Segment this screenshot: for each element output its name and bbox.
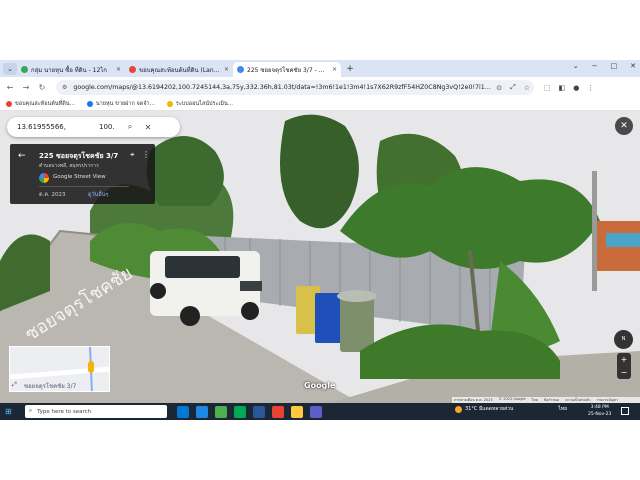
- address-region: ตำบลบางพลี, สมุทรปราการ: [39, 163, 99, 169]
- search-input-cont[interactable]: 100.: [99, 123, 119, 131]
- tab-close-icon[interactable]: ×: [224, 66, 229, 73]
- close-street-view-button[interactable]: ✕: [615, 117, 633, 135]
- bookmark-2[interactable]: นายหุน ขายฝาก จดจำ...: [86, 100, 155, 108]
- tab-search-button[interactable]: ⌄: [3, 62, 17, 75]
- back-arrow-icon[interactable]: ←: [18, 151, 26, 161]
- google-logo: Google: [304, 381, 336, 390]
- bookmark-label: นายหุน ขายฝาก จดจำ...: [95, 101, 155, 107]
- search-icon[interactable]: ⌕: [123, 122, 137, 132]
- tab-3-active[interactable]: 225 ซอยจตุรโชคชัย 3/7 - Google ×: [233, 62, 341, 77]
- tab-strip: ⌄ กลุ่ม นายหุน ซื้อ ที่ดิน - 12ไก × ขอบค…: [0, 60, 640, 77]
- search-icon: ⌕: [29, 408, 33, 414]
- taskbar-app-explorer-icon[interactable]: [291, 405, 303, 418]
- back-button[interactable]: ←: [4, 83, 16, 92]
- side-panel-icon[interactable]: ◧: [559, 84, 566, 92]
- zoom-control: + −: [617, 353, 631, 379]
- close-window-button[interactable]: ✕: [630, 62, 636, 70]
- maps-pin-icon: [6, 101, 12, 107]
- clear-search-icon[interactable]: ✕: [141, 123, 155, 132]
- taskbar-app-maps-icon[interactable]: [215, 405, 227, 418]
- tab-list-button[interactable]: ⌄: [573, 62, 579, 70]
- taskbar-app-teams-icon[interactable]: [310, 405, 322, 418]
- tab-favicon-icon: [21, 66, 28, 73]
- capture-date: ต.ค. 2023: [39, 192, 66, 198]
- taskbar-apps: [177, 405, 322, 418]
- minimap-road-label: ซอยจตุรโชคชัย 3/7: [24, 383, 77, 390]
- windows-taskbar: ⊞ ⌕ Type here to search 31°C มีแดดหลายส่…: [0, 403, 640, 420]
- tab-2[interactable]: ขอบคุณสะท้อนต้นที่ดิน (LandMo) ×: [125, 62, 233, 77]
- zoom-in-button[interactable]: +: [617, 353, 631, 366]
- taskbar-search-placeholder[interactable]: Type here to search: [37, 409, 91, 415]
- bookmarks-bar: ขอบคุณสะท้อนต้นที่ดิน... นายหุน ขายฝาก จ…: [0, 98, 640, 111]
- weather-widget[interactable]: 31°C มีแดดหลายส่วน: [455, 405, 513, 413]
- street-view-source: Google Street View: [53, 174, 106, 180]
- clock-time: 3:48 PM: [590, 405, 609, 410]
- taskbar-clock[interactable]: 3:48 PM 25-Nov-23: [588, 404, 611, 418]
- taskbar-app-chrome-icon[interactable]: [272, 405, 284, 418]
- search-input[interactable]: 13.61955566,: [17, 123, 99, 131]
- bookmark-1[interactable]: ขอบคุณสะท้อนต้นที่ดิน...: [6, 100, 75, 108]
- more-options-icon[interactable]: ⋮: [142, 150, 150, 159]
- tab-close-icon[interactable]: ×: [116, 66, 121, 73]
- weather-text: 31°C มีแดดหลายส่วน: [465, 406, 514, 412]
- minimap[interactable]: ⤢ ซอยจตุรโชคชัย 3/7: [9, 346, 110, 392]
- clock-date: 25-Nov-23: [588, 412, 612, 417]
- taskbar-app-line-icon[interactable]: [234, 405, 246, 418]
- url-text[interactable]: google.com/maps/@13.6194202,100.7245144,…: [73, 84, 492, 91]
- tab-close-icon[interactable]: ×: [332, 66, 337, 73]
- maps-search-box[interactable]: 13.61955566, 100. ⌕ ✕: [7, 117, 180, 137]
- street-view-info-card: ← 225 ซอยจตุรโชคชัย 3/7 ตำบลบางพลี, สมุท…: [10, 144, 155, 204]
- taskbar-app-task-view-icon[interactable]: [177, 405, 189, 418]
- zoom-out-button[interactable]: −: [617, 366, 631, 379]
- see-more-dates-link[interactable]: ดูวันอื่นๆ: [88, 191, 108, 199]
- sun-icon: [455, 405, 462, 413]
- tab-title: ขอบคุณสะท้อนต้นที่ดิน (LandMo): [139, 66, 221, 74]
- star-icon: [166, 101, 173, 107]
- minimize-button[interactable]: −: [592, 62, 598, 70]
- notification-icon[interactable]: [621, 407, 629, 415]
- facebook-icon: [86, 101, 93, 107]
- bookmark-label: ระบบออนไลน์ประเมิน...: [175, 101, 233, 107]
- street-view-panorama[interactable]: ซอยจตุรโชคชัย 13.61955566, 100. ⌕ ✕ ← 22…: [0, 111, 640, 403]
- taskbar-app-word-icon[interactable]: [253, 405, 265, 418]
- profile-avatar[interactable]: ●: [573, 84, 579, 92]
- reload-button[interactable]: ↻: [36, 83, 48, 92]
- address-bar[interactable]: ⚙ google.com/maps/@13.6194202,100.724514…: [56, 80, 534, 95]
- input-language[interactable]: ไทย: [558, 405, 567, 413]
- bookmark-3[interactable]: ระบบออนไลน์ประเมิน...: [166, 100, 233, 108]
- location-pin-icon[interactable]: ⌖: [130, 150, 135, 160]
- start-button[interactable]: ⊞: [5, 407, 19, 416]
- bookmark-star-icon[interactable]: ☆: [524, 84, 530, 92]
- address-title: 225 ซอยจตุรโชคชัย 3/7: [39, 152, 119, 160]
- pegman-icon[interactable]: [88, 361, 94, 373]
- taskbar-search[interactable]: ⌕ Type here to search: [25, 405, 167, 418]
- screenshot-frame: ⌄ กลุ่ม นายหุน ซื้อ ที่ดิน - 12ไก × ขอบค…: [0, 60, 640, 420]
- card-divider: [39, 186, 129, 187]
- taskbar-app-edge-icon[interactable]: [196, 405, 208, 418]
- browser-toolbar: ← → ↻ ⚙ google.com/maps/@13.6194202,100.…: [0, 77, 640, 98]
- forward-button[interactable]: →: [20, 83, 32, 92]
- compass-icon[interactable]: N: [614, 330, 633, 349]
- tab-favicon-icon: [237, 66, 244, 73]
- bookmark-label: ขอบคุณสะท้อนต้นที่ดิน...: [15, 101, 75, 107]
- maximize-button[interactable]: □: [611, 62, 618, 70]
- toolbar-actions: ⬚ ◧ ● ⋮: [544, 84, 594, 92]
- open-in-app-icon[interactable]: ⤢: [510, 83, 516, 92]
- location-icon[interactable]: ⊙: [496, 84, 502, 92]
- tab-1[interactable]: กลุ่ม นายหุน ซื้อ ที่ดิน - 12ไก ×: [17, 62, 125, 77]
- system-tray: 31°C มีแดดหลายส่วน ไทย: [455, 405, 567, 413]
- menu-icon[interactable]: ⋮: [587, 84, 594, 92]
- site-info-icon[interactable]: ⚙: [62, 84, 67, 91]
- tab-title: กลุ่ม นายหุน ซื้อ ที่ดิน - 12ไก: [31, 66, 107, 74]
- street-view-logo-icon: [39, 173, 49, 183]
- extensions-icon[interactable]: ⬚: [544, 84, 551, 92]
- window-controls: ⌄ − □ ✕: [573, 62, 636, 70]
- new-tab-button[interactable]: +: [344, 63, 356, 75]
- expand-map-icon[interactable]: ⤢: [12, 381, 17, 389]
- tab-favicon-icon: [129, 66, 136, 73]
- tab-title: 225 ซอยจตุรโชคชัย 3/7 - Google: [247, 66, 329, 74]
